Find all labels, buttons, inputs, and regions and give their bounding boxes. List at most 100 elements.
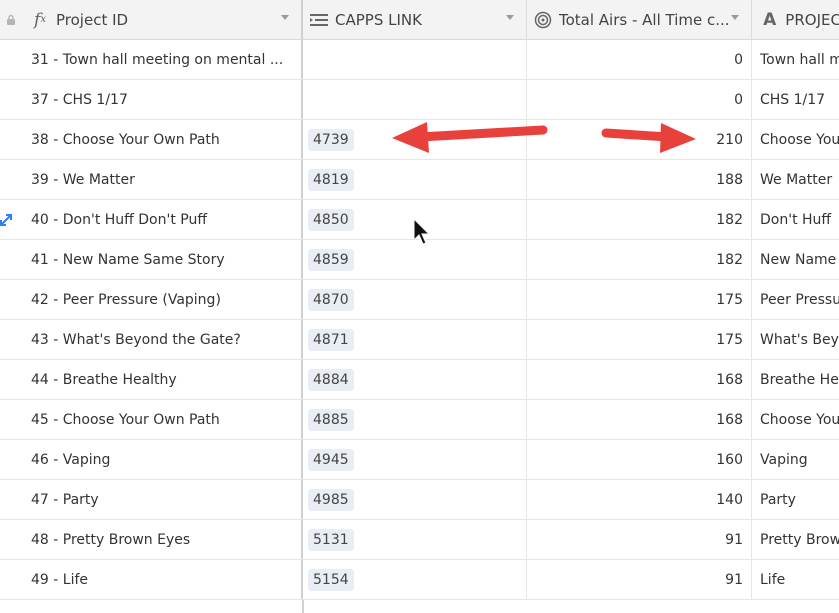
project-cell[interactable]: Choose You: [752, 400, 839, 439]
capps-link-chip[interactable]: 5154: [308, 568, 354, 591]
table-row[interactable]: 44 - Breathe Healthy 4884 168 Breathe He: [0, 360, 839, 400]
capps-link-chip[interactable]: 4859: [308, 248, 354, 271]
row-expand-cell[interactable]: [0, 40, 22, 79]
project-cell[interactable]: Vaping: [752, 440, 839, 479]
capps-link-cell[interactable]: 5154: [303, 560, 527, 599]
project-id-cell[interactable]: 40 - Don't Huff Don't Puff: [22, 200, 303, 239]
project-id-cell[interactable]: 47 - Party: [22, 480, 303, 519]
row-expand-cell[interactable]: [0, 320, 22, 359]
project-id-cell[interactable]: 37 - CHS 1/17: [22, 80, 303, 119]
capps-link-chip[interactable]: 4885: [308, 408, 354, 431]
column-header-project-id[interactable]: fx Project ID: [22, 0, 303, 39]
project-id-cell[interactable]: 38 - Choose Your Own Path: [22, 120, 303, 159]
total-airs-cell[interactable]: 0: [527, 80, 752, 119]
table-row[interactable]: 48 - Pretty Brown Eyes 5131 91 Pretty Brow: [0, 520, 839, 560]
chevron-down-icon[interactable]: [731, 15, 739, 20]
project-cell[interactable]: Pretty Brow: [752, 520, 839, 559]
total-airs-cell[interactable]: 182: [527, 240, 752, 279]
project-cell[interactable]: Party: [752, 480, 839, 519]
capps-link-cell[interactable]: [303, 40, 527, 79]
capps-link-cell[interactable]: 4739: [303, 120, 527, 159]
project-cell[interactable]: Peer Pressu: [752, 280, 839, 319]
project-id-cell[interactable]: 49 - Life: [22, 560, 303, 599]
row-expand-cell[interactable]: [0, 120, 22, 159]
project-cell[interactable]: What's Bey: [752, 320, 839, 359]
capps-link-chip[interactable]: 4850: [308, 208, 354, 231]
total-airs-cell[interactable]: 175: [527, 280, 752, 319]
capps-link-chip[interactable]: 4819: [308, 168, 354, 191]
row-expand-cell[interactable]: [0, 440, 22, 479]
expand-icon[interactable]: [0, 213, 12, 226]
capps-link-cell[interactable]: 4945: [303, 440, 527, 479]
project-id-cell[interactable]: 42 - Peer Pressure (Vaping): [22, 280, 303, 319]
capps-link-cell[interactable]: 4871: [303, 320, 527, 359]
capps-link-cell[interactable]: 4884: [303, 360, 527, 399]
table-row[interactable]: 43 - What's Beyond the Gate? 4871 175 What'…: [0, 320, 839, 360]
table-row[interactable]: 47 - Party 4985 140 Party: [0, 480, 839, 520]
capps-link-cell[interactable]: 5131: [303, 520, 527, 559]
project-id-cell[interactable]: 48 - Pretty Brown Eyes: [22, 520, 303, 559]
table-row[interactable]: 40 - Don't Huff Don't Puff 4850 182 Don't H…: [0, 200, 839, 240]
row-expand-cell[interactable]: [0, 360, 22, 399]
table-row[interactable]: 45 - Choose Your Own Path 4885 168 Choose Y…: [0, 400, 839, 440]
row-expand-cell[interactable]: [0, 80, 22, 119]
table-row[interactable]: 38 - Choose Your Own Path 4739 210 Choose Y…: [0, 120, 839, 160]
total-airs-cell[interactable]: 168: [527, 400, 752, 439]
capps-link-cell[interactable]: 4870: [303, 280, 527, 319]
project-id-cell[interactable]: 46 - Vaping: [22, 440, 303, 479]
capps-link-chip[interactable]: 4884: [308, 368, 354, 391]
column-header-capps-link[interactable]: CAPPS LINK: [303, 0, 527, 39]
row-expand-cell[interactable]: [0, 240, 22, 279]
capps-link-cell[interactable]: 4819: [303, 160, 527, 199]
row-expand-cell[interactable]: [0, 160, 22, 199]
capps-link-cell[interactable]: 4859: [303, 240, 527, 279]
capps-link-cell[interactable]: [303, 80, 527, 119]
total-airs-cell[interactable]: 168: [527, 360, 752, 399]
table-row[interactable]: 37 - CHS 1/17 0 CHS 1/17: [0, 80, 839, 120]
project-id-cell[interactable]: 43 - What's Beyond the Gate?: [22, 320, 303, 359]
project-id-cell[interactable]: 41 - New Name Same Story: [22, 240, 303, 279]
capps-link-cell[interactable]: 4850: [303, 200, 527, 239]
total-airs-cell[interactable]: 91: [527, 560, 752, 599]
total-airs-cell[interactable]: 182: [527, 200, 752, 239]
project-cell[interactable]: Don't Huff: [752, 200, 839, 239]
column-header-total-airs[interactable]: Total Airs - All Time c...: [527, 0, 752, 39]
table-row[interactable]: 42 - Peer Pressure (Vaping) 4870 175 Peer P…: [0, 280, 839, 320]
total-airs-cell[interactable]: 140: [527, 480, 752, 519]
table-row[interactable]: 31 - Town hall meeting on mental ... 0 Tow…: [0, 40, 839, 80]
total-airs-cell[interactable]: 91: [527, 520, 752, 559]
total-airs-cell[interactable]: 188: [527, 160, 752, 199]
project-cell[interactable]: CHS 1/17: [752, 80, 839, 119]
row-expand-cell[interactable]: [0, 400, 22, 439]
project-cell[interactable]: Town hall m: [752, 40, 839, 79]
project-id-cell[interactable]: 44 - Breathe Healthy: [22, 360, 303, 399]
capps-link-cell[interactable]: 4985: [303, 480, 527, 519]
row-expand-cell[interactable]: [0, 560, 22, 599]
project-id-cell[interactable]: 45 - Choose Your Own Path: [22, 400, 303, 439]
chevron-down-icon[interactable]: [281, 15, 289, 20]
table-row[interactable]: 46 - Vaping 4945 160 Vaping: [0, 440, 839, 480]
capps-link-chip[interactable]: 4985: [308, 488, 354, 511]
row-expand-cell[interactable]: [0, 520, 22, 559]
project-cell[interactable]: New Name: [752, 240, 839, 279]
capps-link-cell[interactable]: 4885: [303, 400, 527, 439]
capps-link-chip[interactable]: 4870: [308, 288, 354, 311]
capps-link-chip[interactable]: 4871: [308, 328, 354, 351]
chevron-down-icon[interactable]: [506, 15, 514, 20]
project-cell[interactable]: Life: [752, 560, 839, 599]
total-airs-cell[interactable]: 175: [527, 320, 752, 359]
row-expand-cell[interactable]: [0, 480, 22, 519]
row-expand-cell[interactable]: [0, 280, 22, 319]
table-row[interactable]: 39 - We Matter 4819 188 We Matter: [0, 160, 839, 200]
project-id-cell[interactable]: 39 - We Matter: [22, 160, 303, 199]
table-row[interactable]: 49 - Life 5154 91 Life: [0, 560, 839, 600]
project-cell[interactable]: Choose You: [752, 120, 839, 159]
capps-link-chip[interactable]: 5131: [308, 528, 354, 551]
capps-link-chip[interactable]: 4739: [308, 128, 354, 151]
capps-link-chip[interactable]: 4945: [308, 448, 354, 471]
total-airs-cell[interactable]: 0: [527, 40, 752, 79]
total-airs-cell[interactable]: 160: [527, 440, 752, 479]
table-row[interactable]: 41 - New Name Same Story 4859 182 New Name: [0, 240, 839, 280]
total-airs-cell[interactable]: 210: [527, 120, 752, 159]
project-cell[interactable]: We Matter: [752, 160, 839, 199]
